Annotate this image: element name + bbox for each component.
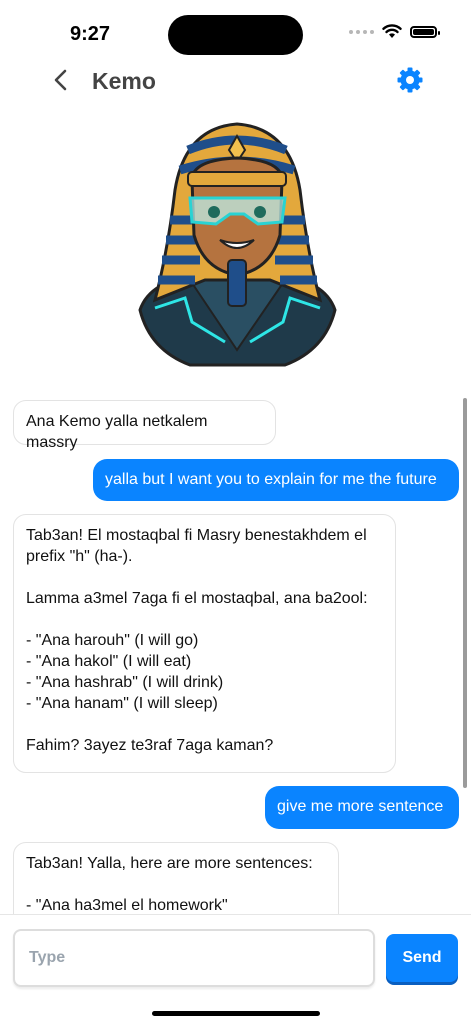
status-time: 9:27 <box>70 23 111 45</box>
nav-header: Kemo <box>0 60 471 100</box>
wifi-icon <box>382 24 402 38</box>
user-message: yalla but I want you to explain for me t… <box>93 459 459 501</box>
signal-dots-icon <box>349 29 374 34</box>
chevron-left-icon[interactable] <box>50 65 74 95</box>
pharaoh-avatar <box>138 122 337 367</box>
home-indicator[interactable] <box>152 1011 320 1016</box>
dynamic-island <box>168 15 303 55</box>
battery-icon <box>410 25 440 38</box>
status-bar: 9:27 <box>0 0 471 60</box>
page-title: Kemo <box>92 68 156 94</box>
bot-message: Ana Kemo yalla netkalem massry <box>13 400 276 451</box>
chat-list[interactable]: Ana Kemo yalla netkalem massry yalla but… <box>0 392 471 915</box>
message-composer: Send <box>0 914 471 1025</box>
chat-scrollbar[interactable] <box>463 398 467 788</box>
user-message: give me more sentence <box>265 786 459 829</box>
bot-message: Tab3an! El mostaqbal fi Masry benestakhd… <box>13 514 396 773</box>
message-input[interactable] <box>13 929 375 987</box>
bot-message: Tab3an! Yalla, here are more sentences: … <box>13 842 339 915</box>
status-icons <box>349 24 440 39</box>
gear-icon[interactable] <box>396 66 424 94</box>
send-button[interactable]: Send <box>386 934 458 982</box>
